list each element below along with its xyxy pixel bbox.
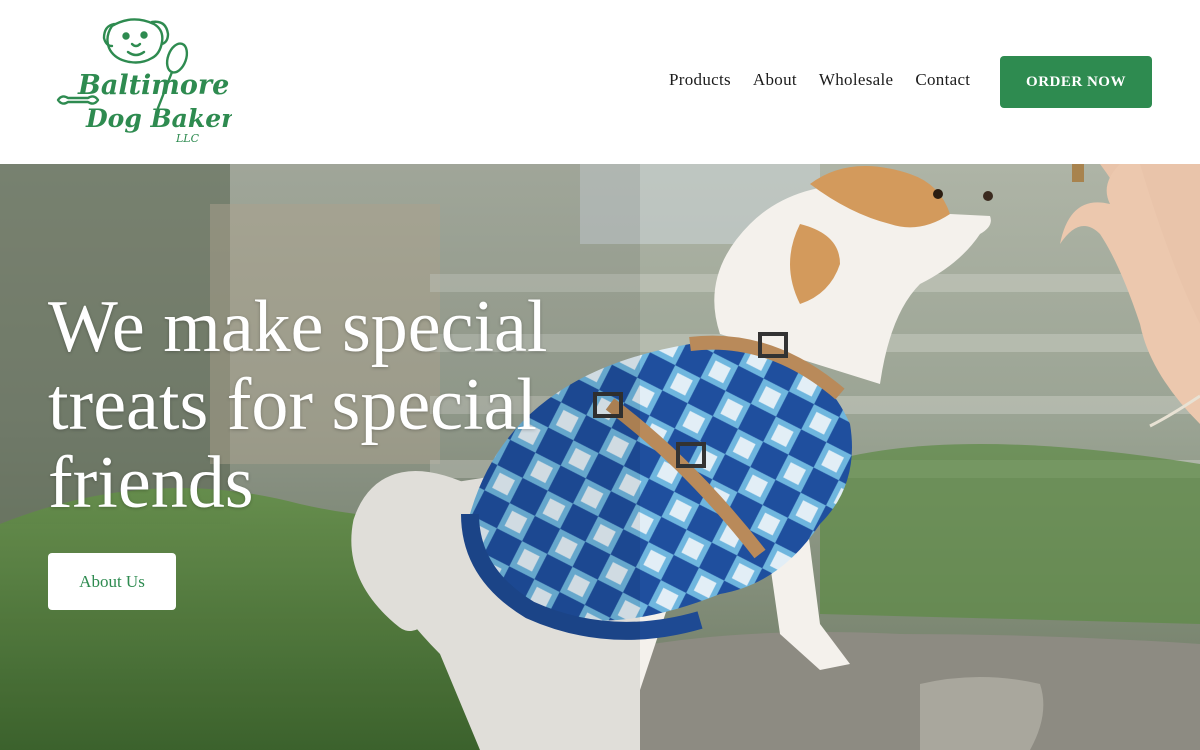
brand-logo[interactable]: Baltimore Dog Bakery LLC bbox=[52, 12, 232, 152]
nav-link-wholesale[interactable]: Wholesale bbox=[819, 70, 893, 90]
site-header: Baltimore Dog Bakery LLC Products About … bbox=[0, 0, 1200, 164]
nav-link-products[interactable]: Products bbox=[669, 70, 731, 90]
nav-link-about[interactable]: About bbox=[753, 70, 797, 90]
hero-title: We make special treats for special frien… bbox=[48, 286, 548, 524]
logo-line2: Dog Bakery bbox=[85, 104, 232, 133]
page: Baltimore Dog Bakery LLC Products About … bbox=[0, 0, 1200, 750]
main-nav: Products About Wholesale Contact bbox=[669, 70, 992, 90]
logo-line1: Baltimore bbox=[77, 70, 229, 101]
logo-suffix: LLC bbox=[175, 132, 200, 145]
about-us-button[interactable]: About Us bbox=[48, 553, 176, 610]
hero-section: We make special treats for special frien… bbox=[0, 164, 1200, 750]
dog-logo-icon: Baltimore Dog Bakery LLC bbox=[56, 18, 232, 145]
order-now-button[interactable]: ORDER NOW bbox=[1000, 56, 1152, 108]
nav-link-contact[interactable]: Contact bbox=[915, 70, 970, 90]
